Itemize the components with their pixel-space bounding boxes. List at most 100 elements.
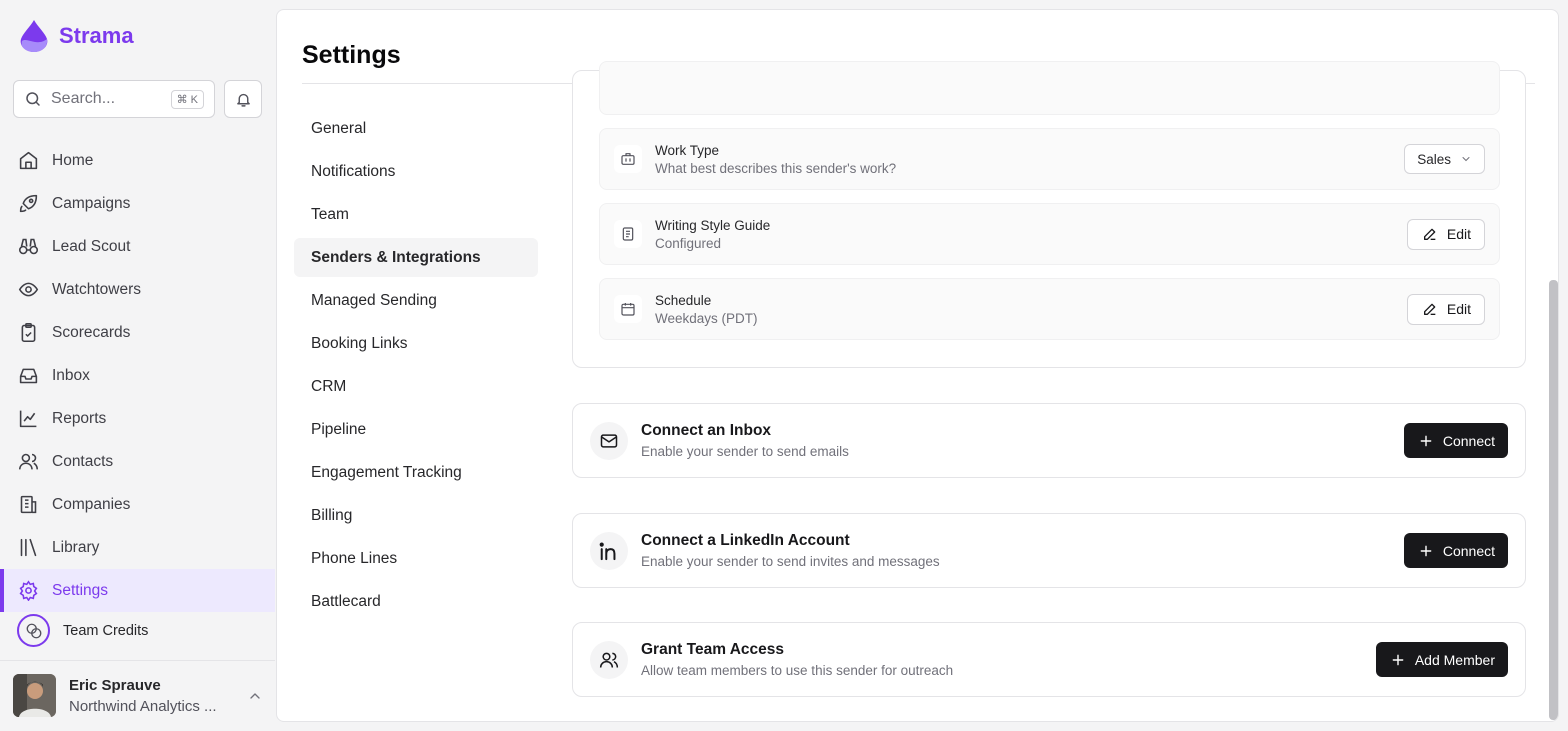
- settings-nav-team[interactable]: Team: [294, 195, 538, 234]
- notifications-button[interactable]: [224, 80, 262, 118]
- binoculars-icon: [18, 236, 39, 257]
- settings-nav: General Notifications Team Senders & Int…: [294, 109, 538, 625]
- sidebar-item-home[interactable]: Home: [0, 139, 275, 182]
- add-member-label: Add Member: [1414, 651, 1495, 668]
- search-placeholder: Search...: [51, 90, 116, 107]
- work-type-value: Sales: [1417, 151, 1451, 167]
- sender-settings-card: Work Type What best describes this sende…: [572, 61, 1526, 368]
- avatar: [13, 674, 56, 717]
- connect-linkedin-card: Connect a LinkedIn Account Enable your s…: [572, 513, 1526, 588]
- grant-team-access-card: Grant Team Access Allow team members to …: [572, 622, 1526, 697]
- user-name: Eric Sprauve: [69, 676, 161, 694]
- home-icon: [18, 150, 39, 171]
- edit-style-guide-button[interactable]: Edit: [1406, 218, 1485, 250]
- sidebar-item-label: Campaigns: [52, 194, 131, 212]
- sidebar-item-label: Contacts: [52, 452, 114, 470]
- settings-nav-notifications[interactable]: Notifications: [294, 152, 538, 191]
- coins-icon: [17, 614, 50, 647]
- library-icon: [18, 537, 39, 558]
- users-icon: [590, 640, 628, 679]
- bell-icon: [235, 91, 252, 108]
- user-org: Northwind Analytics ...: [69, 697, 217, 715]
- work-type-select[interactable]: Sales: [1404, 144, 1485, 174]
- sidebar-item-watchtowers[interactable]: Watchtowers: [0, 268, 275, 311]
- search-shortcut: ⌘ K: [170, 89, 204, 109]
- line-chart-icon: [18, 408, 39, 429]
- connect-linkedin-title: Connect a LinkedIn Account: [641, 532, 850, 549]
- writing-style-guide-title: Writing Style Guide: [655, 217, 771, 233]
- mail-icon: [590, 421, 628, 460]
- edit-schedule-button[interactable]: Edit: [1406, 293, 1485, 325]
- sidebar-item-label: Reports: [52, 409, 107, 427]
- connect-linkedin-subtitle: Enable your sender to send invites and m…: [641, 554, 940, 569]
- edit-label: Edit: [1446, 226, 1471, 242]
- sidebar-item-library[interactable]: Library: [0, 526, 275, 569]
- document-icon: [614, 220, 642, 248]
- sidebar-item-label: Home: [52, 151, 94, 169]
- settings-nav-phone-lines[interactable]: Phone Lines: [294, 539, 538, 578]
- eye-icon: [18, 279, 39, 300]
- settings-nav-pipeline[interactable]: Pipeline: [294, 410, 538, 449]
- briefcase-icon: [614, 145, 642, 173]
- settings-nav-battlecard[interactable]: Battlecard: [294, 582, 538, 621]
- users-icon: [18, 451, 39, 472]
- work-type-row: Work Type What best describes this sende…: [599, 128, 1500, 190]
- work-type-subtitle: What best describes this sender's work?: [655, 160, 897, 176]
- team-credits-label: Team Credits: [63, 622, 149, 639]
- sidebar-item-campaigns[interactable]: Campaigns: [0, 182, 275, 225]
- settings-nav-engagement-tracking[interactable]: Engagement Tracking: [294, 453, 538, 492]
- brand-logo[interactable]: Strama: [17, 19, 134, 53]
- building-icon: [18, 494, 39, 515]
- connect-label: Connect: [1442, 432, 1495, 449]
- sidebar-item-lead-scout[interactable]: Lead Scout: [0, 225, 275, 268]
- sidebar-item-label: Companies: [52, 495, 131, 513]
- scrollbar[interactable]: [1549, 280, 1558, 720]
- plus-icon: [1391, 653, 1405, 667]
- user-menu[interactable]: Eric Sprauve Northwind Analytics ...: [13, 674, 263, 717]
- inbox-icon: [18, 365, 39, 386]
- sidebar-divider: [0, 660, 275, 661]
- connect-label: Connect: [1442, 542, 1495, 559]
- connect-inbox-title: Connect an Inbox: [641, 422, 772, 439]
- calendar-icon: [614, 295, 642, 323]
- pencil-icon: [1422, 301, 1438, 317]
- settings-nav-general[interactable]: General: [294, 109, 538, 148]
- pencil-icon: [1422, 226, 1438, 242]
- search-icon: [24, 90, 42, 108]
- brand-name: Strama: [59, 23, 134, 48]
- sidebar-item-label: Library: [52, 538, 100, 556]
- chevron-down-icon: [1460, 153, 1472, 165]
- settings-nav-managed-sending[interactable]: Managed Sending: [294, 281, 538, 320]
- settings-nav-senders-integrations[interactable]: Senders & Integrations: [294, 238, 538, 277]
- plus-icon: [1419, 434, 1433, 448]
- sidebar-item-scorecards[interactable]: Scorecards: [0, 311, 275, 354]
- sidebar-item-companies[interactable]: Companies: [0, 483, 275, 526]
- connect-inbox-button[interactable]: Connect: [1403, 423, 1508, 458]
- sidebar-item-settings[interactable]: Settings: [0, 569, 275, 612]
- sidebar-item-inbox[interactable]: Inbox: [0, 354, 275, 397]
- sidebar-item-label: Lead Scout: [52, 237, 131, 255]
- grant-team-access-subtitle: Allow team members to use this sender fo…: [641, 663, 954, 678]
- settings-nav-billing[interactable]: Billing: [294, 496, 538, 535]
- sidebar-item-reports[interactable]: Reports: [0, 397, 275, 440]
- writing-style-guide-status: Configured: [655, 235, 722, 251]
- chevron-up-icon[interactable]: [247, 688, 263, 704]
- sidebar-item-label: Inbox: [52, 366, 90, 384]
- search-input[interactable]: Search... ⌘ K: [13, 80, 215, 118]
- grant-team-access-title: Grant Team Access: [641, 641, 785, 658]
- sidebar: Strama Search... ⌘ K Home Campaigns Lead…: [0, 0, 275, 731]
- main-panel: Settings General Notifications Team Send…: [276, 9, 1559, 722]
- sidebar-item-contacts[interactable]: Contacts: [0, 440, 275, 483]
- edit-label: Edit: [1446, 301, 1471, 317]
- settings-nav-booking-links[interactable]: Booking Links: [294, 324, 538, 363]
- connect-linkedin-button[interactable]: Connect: [1403, 533, 1508, 568]
- settings-nav-crm[interactable]: CRM: [294, 367, 538, 406]
- writing-style-guide-row: Writing Style Guide Configured Edit: [599, 203, 1500, 265]
- gear-icon: [18, 580, 39, 601]
- main-nav: Home Campaigns Lead Scout Watchtowers Sc…: [0, 139, 275, 612]
- logo-icon: [17, 19, 51, 53]
- add-member-button[interactable]: Add Member: [1375, 642, 1508, 677]
- team-credits[interactable]: Team Credits: [17, 614, 148, 647]
- sidebar-item-label: Settings: [52, 581, 109, 599]
- connect-inbox-subtitle: Enable your sender to send emails: [641, 444, 849, 459]
